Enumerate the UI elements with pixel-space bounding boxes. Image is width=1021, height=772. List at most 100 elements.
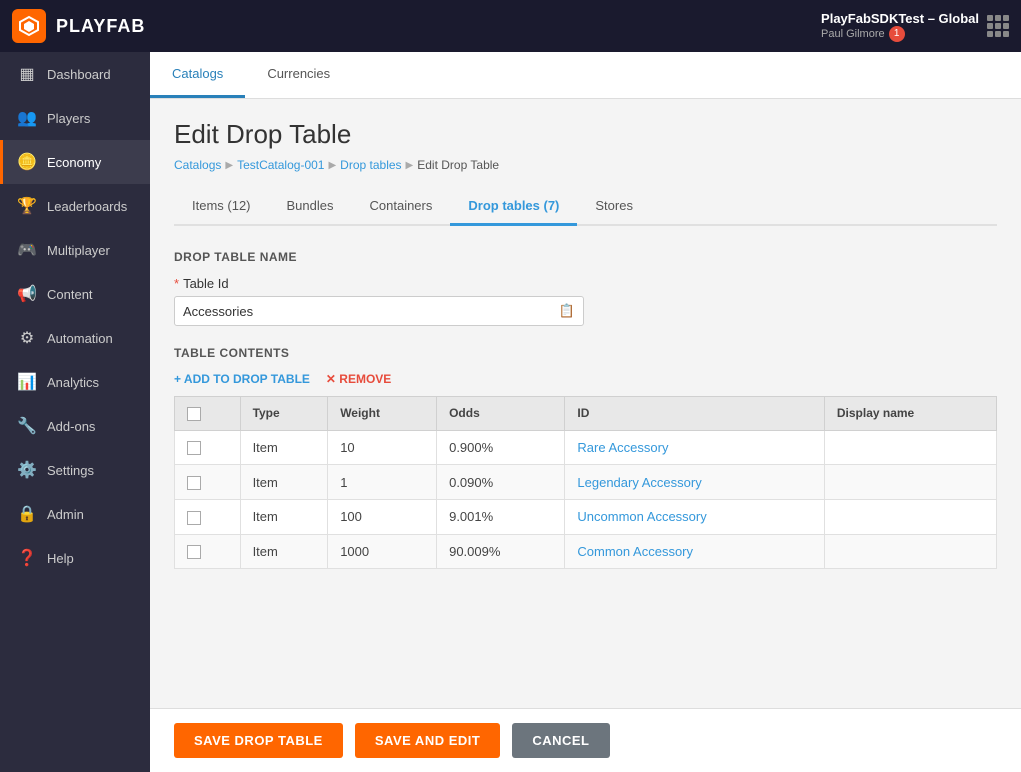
row-id-link-1[interactable]: Legendary Accessory: [577, 475, 701, 490]
topbar-right: PlayFabSDKTest – Global Paul Gilmore 1: [821, 11, 1009, 42]
content-icon: 📢: [17, 284, 37, 304]
row-checkbox-3[interactable]: [187, 545, 201, 559]
leaderboards-icon: 🏆: [17, 196, 37, 216]
row-id-3: Common Accessory: [565, 534, 824, 569]
header-checkbox[interactable]: [187, 407, 201, 421]
sidebar-label-settings: Settings: [47, 463, 94, 478]
row-display-name-3: [824, 534, 996, 569]
row-type-1: Item: [240, 465, 328, 500]
cancel-button[interactable]: CANCEL: [512, 723, 609, 758]
sub-tabs: Items (12) Bundles Containers Drop table…: [174, 188, 997, 226]
row-odds-1: 0.090%: [437, 465, 565, 500]
sidebar-label-admin: Admin: [47, 507, 84, 522]
sidebar-item-admin[interactable]: 🔒 Admin: [0, 492, 150, 536]
sidebar-item-content[interactable]: 📢 Content: [0, 272, 150, 316]
row-weight-1: 1: [328, 465, 437, 500]
admin-icon: 🔒: [17, 504, 37, 524]
breadcrumb-sep-2: ▶: [328, 160, 336, 171]
breadcrumb-drop-tables[interactable]: Drop tables: [340, 158, 401, 172]
grid-menu-icon[interactable]: [987, 15, 1009, 37]
main-content: Catalogs Currencies Edit Drop Table Cata…: [150, 52, 1021, 772]
row-checkbox-2[interactable]: [187, 511, 201, 525]
sidebar-label-multiplayer: Multiplayer: [47, 243, 110, 258]
add-to-drop-table-button[interactable]: + ADD TO DROP TABLE: [174, 372, 310, 386]
breadcrumb-catalogs[interactable]: Catalogs: [174, 158, 221, 172]
layout: ▦ Dashboard 👥 Players 🪙 Economy 🏆 Leader…: [0, 52, 1021, 772]
footer: SAVE DROP TABLE SAVE AND EDIT CANCEL: [150, 708, 1021, 772]
row-odds-0: 0.900%: [437, 430, 565, 465]
sidebar-item-leaderboards[interactable]: 🏆 Leaderboards: [0, 184, 150, 228]
col-header-checkbox: [175, 397, 241, 431]
col-header-weight: Weight: [328, 397, 437, 431]
table-id-label: * Table Id: [174, 276, 997, 291]
row-odds-2: 9.001%: [437, 499, 565, 534]
sidebar-item-economy[interactable]: 🪙 Economy: [0, 140, 150, 184]
user-info: Paul Gilmore 1: [821, 26, 979, 42]
settings-icon: ⚙️: [17, 460, 37, 480]
analytics-icon: 📊: [17, 372, 37, 392]
sidebar-item-automation[interactable]: ⚙ Automation: [0, 316, 150, 360]
sidebar-item-settings[interactable]: ⚙️ Settings: [0, 448, 150, 492]
breadcrumb-testcatalog[interactable]: TestCatalog-001: [237, 158, 324, 172]
col-header-id: ID: [565, 397, 824, 431]
breadcrumb: Catalogs ▶ TestCatalog-001 ▶ Drop tables…: [174, 158, 997, 172]
help-icon: ❓: [17, 548, 37, 568]
tab-currencies[interactable]: Currencies: [245, 52, 352, 98]
row-checkbox-0[interactable]: [187, 441, 201, 455]
table-id-input-wrapper: 📋: [174, 296, 584, 326]
automation-icon: ⚙: [17, 328, 37, 348]
row-checkbox-1[interactable]: [187, 476, 201, 490]
table-id-input[interactable]: [183, 304, 559, 319]
topbar-user: PlayFabSDKTest – Global Paul Gilmore 1: [821, 11, 979, 42]
sidebar-label-economy: Economy: [47, 155, 101, 170]
sidebar-label-analytics: Analytics: [47, 375, 99, 390]
row-display-name-0: [824, 430, 996, 465]
sidebar-item-addons[interactable]: 🔧 Add-ons: [0, 404, 150, 448]
table-row: Item 1000 90.009% Common Accessory: [175, 534, 997, 569]
sidebar-item-multiplayer[interactable]: 🎮 Multiplayer: [0, 228, 150, 272]
row-checkbox-cell: [175, 499, 241, 534]
sidebar-item-dashboard[interactable]: ▦ Dashboard: [0, 52, 150, 96]
sidebar-label-content: Content: [47, 287, 93, 302]
row-id-link-0[interactable]: Rare Accessory: [577, 440, 668, 455]
row-id-1: Legendary Accessory: [565, 465, 824, 500]
topbar-left: PLAYFAB: [12, 9, 145, 43]
section-drop-table-name: DROP TABLE NAME: [174, 250, 997, 264]
breadcrumb-sep-1: ▶: [225, 160, 233, 171]
project-name: PlayFabSDKTest – Global: [821, 11, 979, 26]
players-icon: 👥: [17, 108, 37, 128]
sidebar-item-analytics[interactable]: 📊 Analytics: [0, 360, 150, 404]
row-type-2: Item: [240, 499, 328, 534]
row-id-link-2[interactable]: Uncommon Accessory: [577, 509, 706, 524]
save-and-edit-button[interactable]: SAVE AND EDIT: [355, 723, 500, 758]
row-id-link-3[interactable]: Common Accessory: [577, 544, 693, 559]
sidebar-label-players: Players: [47, 111, 90, 126]
sub-tab-items[interactable]: Items (12): [174, 188, 269, 226]
sidebar-label-leaderboards: Leaderboards: [47, 199, 127, 214]
table-row: Item 10 0.900% Rare Accessory: [175, 430, 997, 465]
sidebar-item-players[interactable]: 👥 Players: [0, 96, 150, 140]
sidebar-item-help[interactable]: ❓ Help: [0, 536, 150, 580]
notification-badge[interactable]: 1: [889, 26, 905, 42]
sub-tab-drop-tables[interactable]: Drop tables (7): [450, 188, 577, 226]
user-name: Paul Gilmore: [821, 28, 885, 40]
economy-icon: 🪙: [17, 152, 37, 172]
table-row: Item 100 9.001% Uncommon Accessory: [175, 499, 997, 534]
row-display-name-2: [824, 499, 996, 534]
sub-tab-stores[interactable]: Stores: [577, 188, 651, 226]
page-title: Edit Drop Table: [174, 119, 997, 150]
remove-button[interactable]: ✕ REMOVE: [326, 372, 391, 386]
row-type-0: Item: [240, 430, 328, 465]
logo-icon: [12, 9, 46, 43]
sub-tab-containers[interactable]: Containers: [352, 188, 451, 226]
table-row: Item 1 0.090% Legendary Accessory: [175, 465, 997, 500]
logo-text: PLAYFAB: [56, 16, 145, 37]
tab-catalogs[interactable]: Catalogs: [150, 52, 245, 98]
sidebar: ▦ Dashboard 👥 Players 🪙 Economy 🏆 Leader…: [0, 52, 150, 772]
dashboard-icon: ▦: [17, 64, 37, 84]
save-drop-table-button[interactable]: SAVE DROP TABLE: [174, 723, 343, 758]
sidebar-label-automation: Automation: [47, 331, 113, 346]
addons-icon: 🔧: [17, 416, 37, 436]
sub-tab-bundles[interactable]: Bundles: [269, 188, 352, 226]
row-checkbox-cell: [175, 534, 241, 569]
